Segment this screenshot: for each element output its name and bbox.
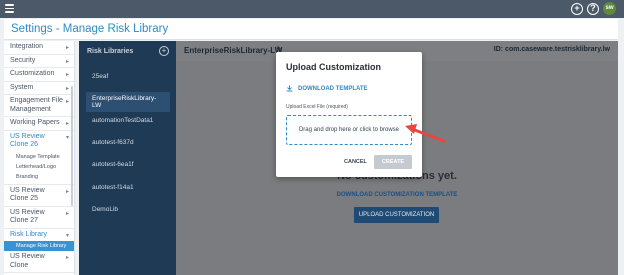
download-icon	[286, 85, 293, 92]
nav-item-label: Integration	[10, 43, 44, 50]
add-library-icon[interactable]: +	[159, 46, 169, 56]
nav-item-label: Risk Library	[10, 230, 47, 238]
help-icon[interactable]: ?	[587, 2, 599, 15]
nav-item-us-review-clone-26[interactable]: US Review Clone 26 ▾	[4, 131, 74, 152]
nav-item-us-review-clone[interactable]: US Review Clone ▸	[4, 251, 74, 273]
file-field-label: Upload Excel File (required)	[286, 104, 348, 110]
upload-customization-button[interactable]: UPLOAD CUSTOMIZATION	[354, 207, 439, 223]
upload-customization-modal: Upload Customization DOWNLOAD TEMPLATE U…	[276, 52, 422, 177]
library-item[interactable]: autotest-6ea1f	[86, 158, 170, 171]
chevron-right-icon: ▸	[65, 45, 69, 51]
library-item[interactable]: autotest-f14a1	[86, 181, 170, 194]
risk-libraries-panel: Risk Libraries + 25eaf EnterpriseRiskLib…	[79, 41, 176, 275]
library-item-selected[interactable]: EnterpriseRiskLibrary-LW	[86, 92, 170, 112]
library-item[interactable]: autotest-f637d	[86, 136, 170, 149]
settings-nav: Integration ▸ Security ▸ Customization ▸ Sy…	[4, 41, 75, 275]
download-template-label: DOWNLOAD TEMPLATE	[298, 85, 368, 92]
library-item[interactable]: DemoLib	[86, 203, 170, 216]
nav-item-us-review-clone-25[interactable]: US Review Clone 25 ▸	[4, 185, 74, 207]
chevron-right-icon: ▸	[65, 58, 69, 65]
chevron-right-icon: ▸	[65, 99, 69, 105]
library-title: EnterpriseRiskLibrary-LW	[184, 46, 283, 55]
file-dropzone[interactable]: Drag and drop here or click to browse	[286, 115, 412, 145]
download-template-link[interactable]: DOWNLOAD TEMPLATE	[286, 85, 368, 92]
avatar[interactable]: sw	[603, 2, 616, 15]
nav-item-label: Engagement File Management	[10, 97, 63, 113]
nav-sub-manage-template[interactable]: Manage Template	[4, 152, 74, 162]
nav-item-security[interactable]: Security ▸	[4, 55, 74, 68]
nav-item-label: System	[10, 83, 34, 91]
nav-item-label: US Review Clone 26	[10, 132, 45, 149]
nav-item-engagement-file-management[interactable]: Engagement File Management ▸	[4, 95, 74, 117]
nav-item-integration[interactable]: Integration ▸	[4, 41, 74, 55]
nav-item-label: US Review Clone 27	[10, 208, 45, 225]
nav-item-customization[interactable]: Customization ▸	[4, 68, 74, 82]
add-circle-icon[interactable]: +	[571, 2, 583, 15]
nav-item-label: US Review Clone	[10, 253, 45, 269]
chevron-right-icon: ▸	[65, 255, 69, 261]
chevron-right-icon: ▸	[65, 72, 69, 78]
nav-item-risk-library[interactable]: Risk Library ▾	[4, 229, 74, 242]
nav-sub-letterhead-logo[interactable]: Letterhead/Logo	[4, 162, 74, 172]
nav-scrollbar[interactable]	[70, 86, 73, 206]
top-bar: + ? sw	[0, 0, 624, 18]
title-bar: Settings - Manage Risk Library	[4, 19, 618, 40]
chevron-down-icon: ▾	[65, 232, 69, 239]
nav-item-working-papers[interactable]: Working Papers ▸	[4, 117, 74, 131]
chevron-right-icon: ▸	[65, 121, 69, 127]
nav-item-label: Security	[10, 56, 36, 64]
download-customization-template-link[interactable]: DOWNLOAD CUSTOMIZATION TEMPLATE	[176, 192, 618, 198]
nav-item-label: Customization	[10, 70, 55, 77]
hamburger-icon[interactable]	[5, 4, 14, 14]
nav-sub-branding[interactable]: Branding	[4, 172, 74, 185]
create-button[interactable]: CREATE	[374, 155, 412, 169]
modal-title: Upload Customization	[286, 62, 381, 72]
page-title: Settings - Manage Risk Library	[11, 23, 169, 35]
cancel-button[interactable]: CANCEL	[344, 159, 367, 165]
nav-item-label: Working Papers	[10, 119, 60, 126]
risk-libraries-header: Risk Libraries	[87, 48, 134, 55]
top-icons: + ? sw	[571, 2, 616, 15]
chevron-down-icon: ▾	[65, 134, 69, 141]
chevron-right-icon: ▸	[65, 85, 69, 92]
library-item[interactable]: automationTestData1	[86, 114, 170, 127]
nav-item-us-review-clone-27[interactable]: US Review Clone 27 ▸	[4, 207, 74, 229]
library-item[interactable]: 25eaf	[86, 70, 170, 83]
annotation-arrow-icon	[405, 124, 446, 143]
nav-sub-manage-risk-library[interactable]: Manage Risk Library	[4, 241, 74, 251]
chevron-right-icon: ▸	[65, 188, 69, 195]
nav-item-system[interactable]: System ▸	[4, 82, 74, 95]
library-id: ID: com.caseware.testrisklibrary.lw	[493, 46, 610, 53]
nav-item-label: US Review Clone 25	[10, 186, 45, 203]
chevron-right-icon: ▸	[65, 210, 69, 217]
